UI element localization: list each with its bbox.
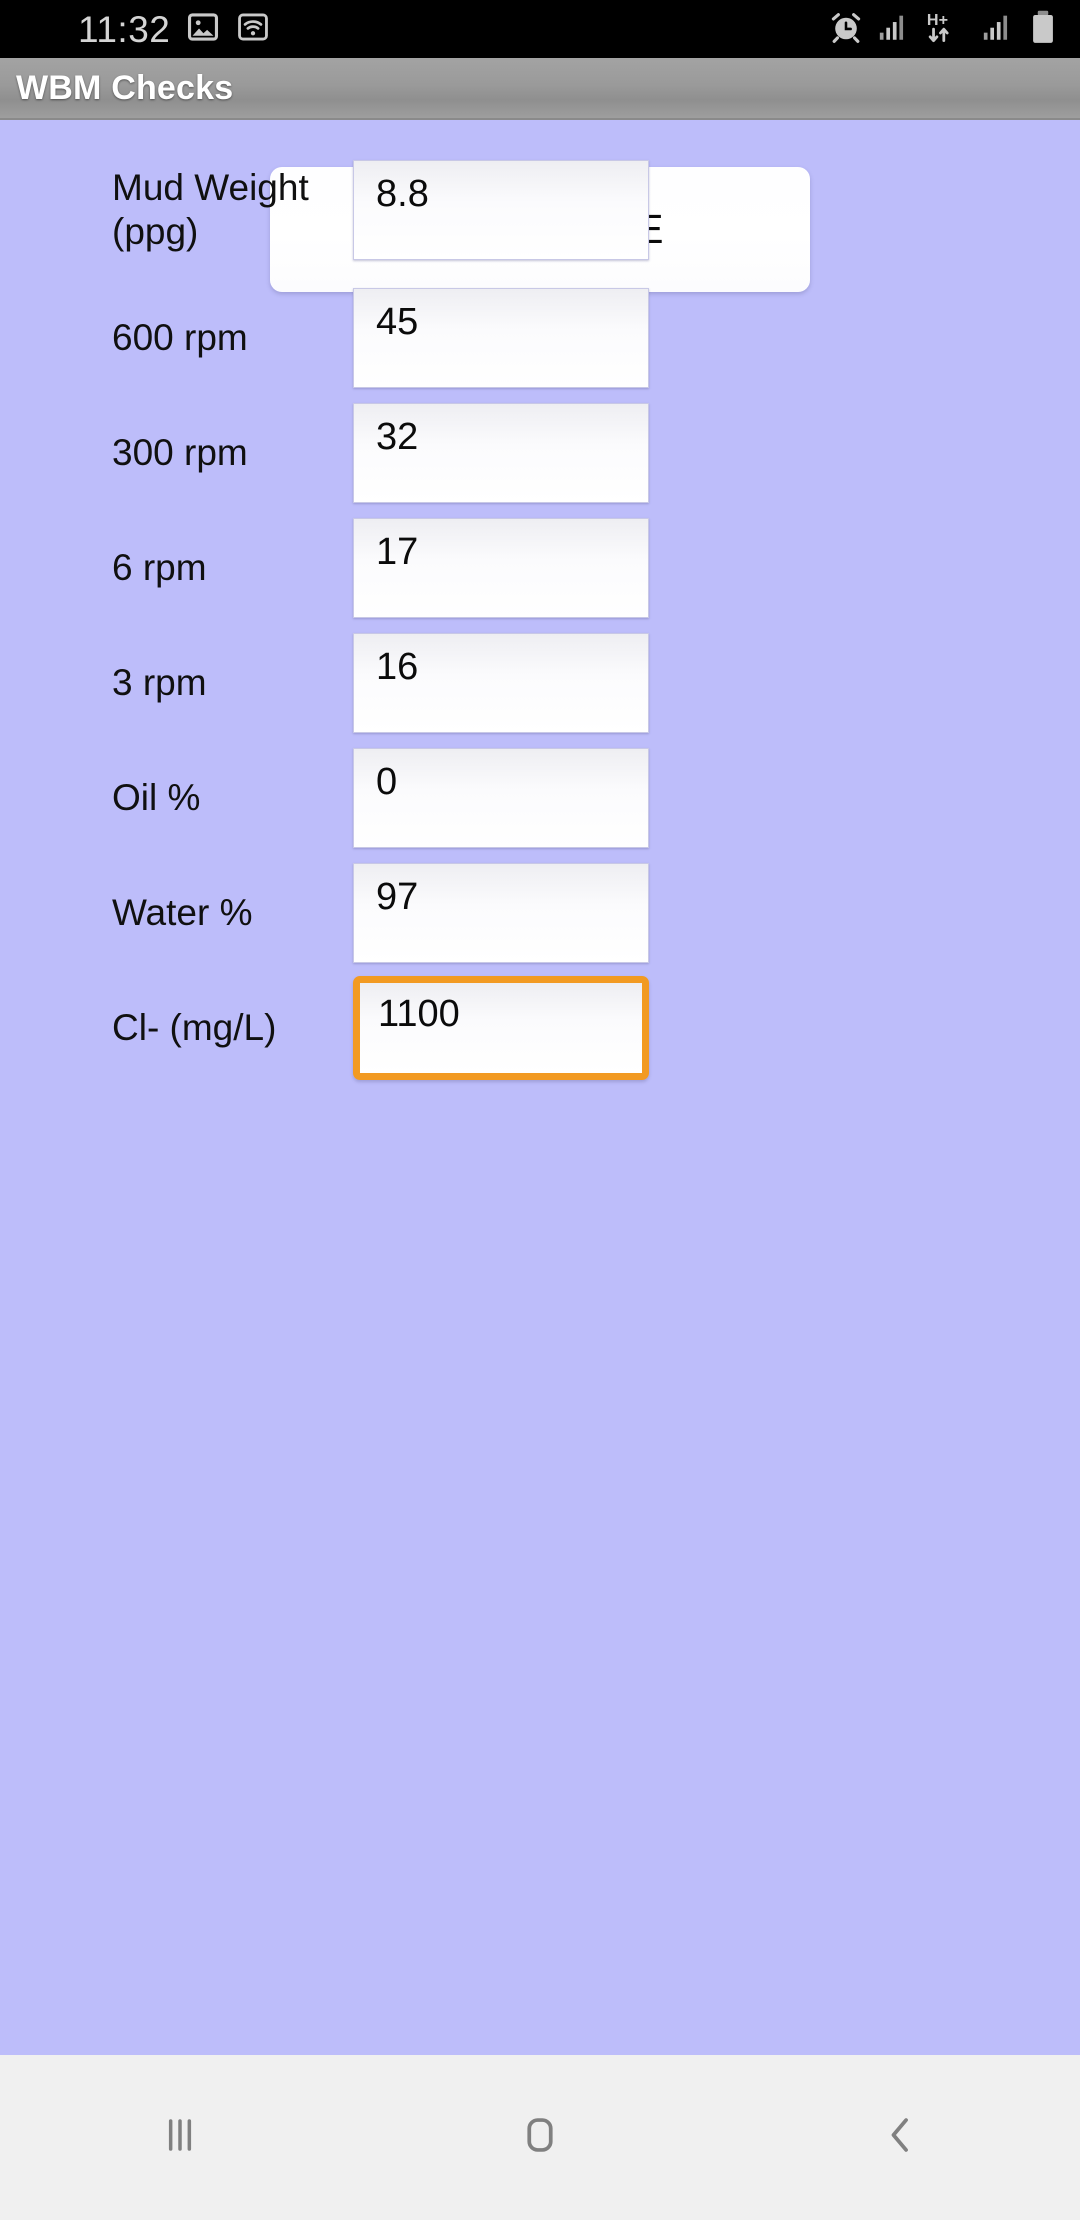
signal-bars-icon [877,10,911,49]
form-row-300-rpm: 300 rpm 32 [0,395,1080,510]
input-600-rpm[interactable]: 45 [353,287,649,388]
form-row-oil-percent: Oil % 0 [0,740,1080,855]
svg-text:H+: H+ [927,10,948,28]
label-6-rpm: 6 rpm [112,546,207,588]
label-300-rpm: 300 rpm [112,431,248,473]
home-button[interactable] [360,2055,720,2220]
input-3-rpm[interactable]: 16 [353,632,649,733]
main-content: Mud Weight (ppg) 8.8 600 rpm 45 300 rpm 32 6 r… [0,122,1080,2055]
input-water-percent[interactable]: 97 [353,862,649,963]
wifi-icon [236,10,270,49]
hplus-data-icon: H+ [924,8,968,51]
recents-button[interactable] [0,2055,360,2220]
recents-icon [152,2107,208,2168]
form-row-mud-weight: Mud Weight (ppg) 8.8 [0,140,1080,280]
form-row-3-rpm: 3 rpm 16 [0,625,1080,740]
page-title: WBM Checks [16,68,234,107]
photo-icon [186,10,220,49]
label-chloride: Cl- (mg/L) [112,1006,277,1048]
status-bar-left: 11:32 [78,10,270,49]
input-oil-percent[interactable]: 0 [353,747,649,848]
label-oil-percent: Oil % [112,776,201,818]
form-row-chloride: Cl- (mg/L) 1100 [0,970,1080,1085]
back-button[interactable] [720,2055,1080,2220]
android-navigation-bar [0,2055,1080,2220]
input-mud-weight[interactable]: 8.8 [353,160,649,260]
alarm-icon [828,9,864,50]
status-bar-clock: 11:32 [78,8,171,50]
form-row-600-rpm: 600 rpm 45 [0,280,1080,395]
app-title-bar: WBM Checks [0,58,1080,120]
input-300-rpm[interactable]: 32 [353,402,649,503]
label-3-rpm: 3 rpm [112,661,207,703]
label-600-rpm: 600 rpm [112,316,248,358]
form-row-water-percent: Water % 97 [0,855,1080,970]
input-chloride[interactable]: 1100 [353,975,649,1080]
battery-icon [1028,9,1058,50]
status-bar-right: H+ [828,8,1058,51]
input-6-rpm[interactable]: 17 [353,517,649,618]
back-chevron-icon [872,2107,928,2168]
label-water-percent: Water % [112,891,253,933]
label-mud-weight: Mud Weight (ppg) [112,167,309,252]
form-row-6-rpm: 6 rpm 17 [0,510,1080,625]
wbm-input-form: Mud Weight (ppg) 8.8 600 rpm 45 300 rpm 32 6 r… [0,122,1080,1085]
home-icon [512,2107,568,2168]
status-bar: 11:32 H+ [0,0,1080,58]
signal-bars-2-icon [981,10,1015,49]
